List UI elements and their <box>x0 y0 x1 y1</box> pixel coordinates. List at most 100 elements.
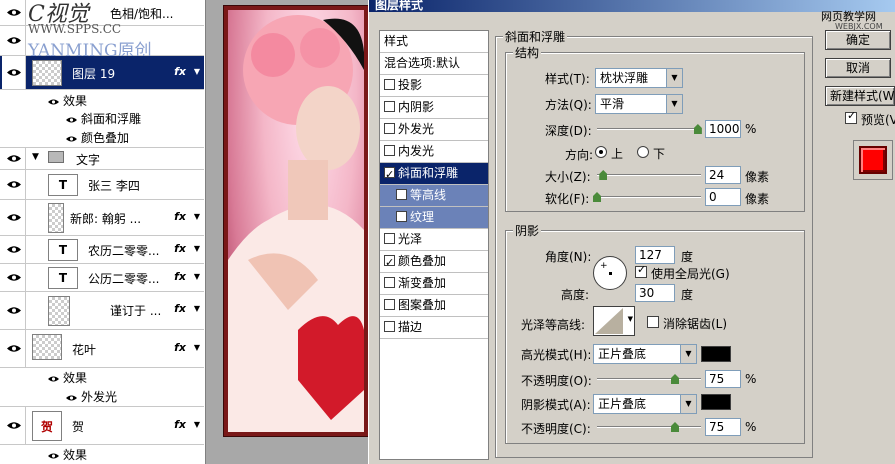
highlight-opacity-input[interactable]: 75 <box>705 370 741 388</box>
effects-row[interactable]: 效果 <box>0 445 204 464</box>
eye-icon[interactable] <box>2 56 26 89</box>
expand-triangle-icon[interactable]: ▼ <box>194 343 200 352</box>
checkbox[interactable] <box>384 233 395 244</box>
shadow-color-swatch[interactable] <box>701 394 731 410</box>
global-light-checkbox[interactable] <box>635 263 647 278</box>
checkbox[interactable] <box>384 79 395 90</box>
checkbox[interactable] <box>384 123 395 134</box>
eye-icon[interactable] <box>2 330 26 367</box>
eye-icon[interactable] <box>2 292 26 329</box>
soften-input[interactable]: 0 <box>705 188 741 206</box>
highlight-mode-select[interactable]: 正片叠底 ▼ <box>593 344 697 364</box>
direction-down-radio[interactable] <box>637 146 649 158</box>
dialog-title: 图层样式 <box>375 0 424 12</box>
eye-icon[interactable] <box>2 170 26 199</box>
style-item-pattern-overlay[interactable]: 图案叠加 <box>380 295 488 317</box>
checkbox[interactable] <box>384 164 395 185</box>
checkbox[interactable] <box>384 101 395 112</box>
fx-icon[interactable]: fx <box>174 302 186 315</box>
checkbox[interactable] <box>384 299 395 310</box>
collapse-triangle-icon[interactable]: ▼ <box>32 152 39 162</box>
shadow-mode-select[interactable]: 正片叠底 ▼ <box>593 394 697 414</box>
cancel-button[interactable]: 取消 <box>825 58 891 78</box>
checkbox[interactable] <box>384 145 395 156</box>
eye-icon[interactable] <box>2 90 26 110</box>
document-canvas[interactable] <box>206 0 369 464</box>
style-item-inner-glow[interactable]: 内发光 <box>380 141 488 163</box>
fx-icon[interactable]: fx <box>174 242 186 255</box>
style-item-gradient-overlay[interactable]: 渐变叠加 <box>380 273 488 295</box>
gloss-contour-picker[interactable]: ▼ <box>593 306 635 336</box>
expand-triangle-icon[interactable]: ▼ <box>194 67 200 76</box>
layer-row-solar[interactable]: T 公历二零零... fx ▼ <box>0 264 204 292</box>
fx-icon[interactable]: fx <box>174 65 186 78</box>
style-item-color-overlay[interactable]: 颜色叠加 <box>380 251 488 273</box>
eye-icon[interactable] <box>2 407 26 444</box>
style-item-bevel[interactable]: 斜面和浮雕 <box>380 163 488 185</box>
fx-icon[interactable]: fx <box>174 341 186 354</box>
style-item-outer-glow[interactable]: 外发光 <box>380 119 488 141</box>
depth-input[interactable]: 1000 <box>705 120 741 138</box>
style-item-satin[interactable]: 光泽 <box>380 229 488 251</box>
eye-icon[interactable] <box>2 236 26 263</box>
altitude-input[interactable]: 30 <box>635 284 675 302</box>
expand-triangle-icon[interactable]: ▼ <box>194 212 200 221</box>
eye-icon[interactable] <box>2 148 26 169</box>
shadow-opacity-slider[interactable] <box>597 426 701 428</box>
layer-row-he[interactable]: 贺 贺 fx ▼ <box>0 407 204 445</box>
technique-select[interactable]: 平滑 ▼ <box>595 94 683 114</box>
style-item-contour[interactable]: 等高线 <box>380 185 488 207</box>
layer-group-text[interactable]: ▼ 文字 <box>0 148 204 170</box>
style-item-stroke[interactable]: 描边 <box>380 317 488 339</box>
shadow-opacity-input[interactable]: 75 <box>705 418 741 436</box>
style-item-inner-shadow[interactable]: 内阴影 <box>380 97 488 119</box>
expand-triangle-icon[interactable]: ▼ <box>194 272 200 281</box>
preview-checkbox[interactable] <box>845 109 857 124</box>
eye-icon[interactable] <box>2 26 26 55</box>
eye-icon[interactable] <box>2 0 26 25</box>
layer-row-wedding[interactable]: 谨订于 ... fx ▼ <box>0 292 204 330</box>
effect-color-overlay-row[interactable]: 颜色叠加 <box>0 128 204 148</box>
effect-bevel-row[interactable]: 斜面和浮雕 <box>0 109 204 128</box>
highlight-opacity-slider[interactable] <box>597 378 701 380</box>
checkbox[interactable] <box>384 277 395 288</box>
soften-slider[interactable] <box>597 196 701 198</box>
effects-row[interactable]: 效果 <box>0 90 204 110</box>
dialog-titlebar[interactable]: 图层样式 <box>369 0 895 12</box>
expand-triangle-icon[interactable]: ▼ <box>194 420 200 429</box>
new-style-button[interactable]: 新建样式(W)... <box>825 86 895 106</box>
fx-icon[interactable]: fx <box>174 418 186 431</box>
effects-row[interactable]: 效果 <box>0 368 204 387</box>
eye-icon[interactable] <box>2 264 26 291</box>
angle-dial[interactable]: + <box>593 256 627 290</box>
checkbox[interactable] <box>384 252 395 273</box>
expand-triangle-icon[interactable]: ▼ <box>194 304 200 313</box>
fx-icon[interactable]: fx <box>174 210 186 223</box>
checkbox[interactable] <box>396 211 407 222</box>
effect-bevel: 斜面和浮雕 <box>66 110 141 127</box>
depth-slider[interactable] <box>597 128 701 130</box>
style-item-styles[interactable]: 样式 <box>380 31 488 53</box>
ok-button[interactable]: 确定 <box>825 30 891 50</box>
style-item-blending[interactable]: 混合选项:默认 <box>380 53 488 75</box>
eye-icon[interactable] <box>2 200 26 235</box>
expand-triangle-icon[interactable]: ▼ <box>194 244 200 253</box>
antialias-checkbox[interactable] <box>647 316 659 328</box>
layer-row-zhangsan[interactable]: T 张三 李四 <box>0 170 204 200</box>
layer-row-19[interactable]: 图层 19 fx ▼ <box>0 56 204 90</box>
layer-row-groom[interactable]: 新郎: 翰躬 ... fx ▼ <box>0 200 204 236</box>
bevel-style-select[interactable]: 枕状浮雕 ▼ <box>595 68 683 88</box>
checkbox[interactable] <box>384 321 395 332</box>
size-slider[interactable] <box>597 174 701 176</box>
layer-row-leaf[interactable]: 花叶 fx ▼ <box>0 330 204 368</box>
highlight-color-swatch[interactable] <box>701 346 731 362</box>
layer-row-lunar[interactable]: T 农历二零零... fx ▼ <box>0 236 204 264</box>
size-input[interactable]: 24 <box>705 166 741 184</box>
direction-up-radio[interactable] <box>595 146 607 158</box>
effect-outer-glow-row[interactable]: 外发光 <box>0 387 204 407</box>
style-item-drop-shadow[interactable]: 投影 <box>380 75 488 97</box>
style-item-texture[interactable]: 纹理 <box>380 207 488 229</box>
fx-icon[interactable]: fx <box>174 270 186 283</box>
angle-input[interactable]: 127 <box>635 246 675 264</box>
checkbox[interactable] <box>396 189 407 200</box>
